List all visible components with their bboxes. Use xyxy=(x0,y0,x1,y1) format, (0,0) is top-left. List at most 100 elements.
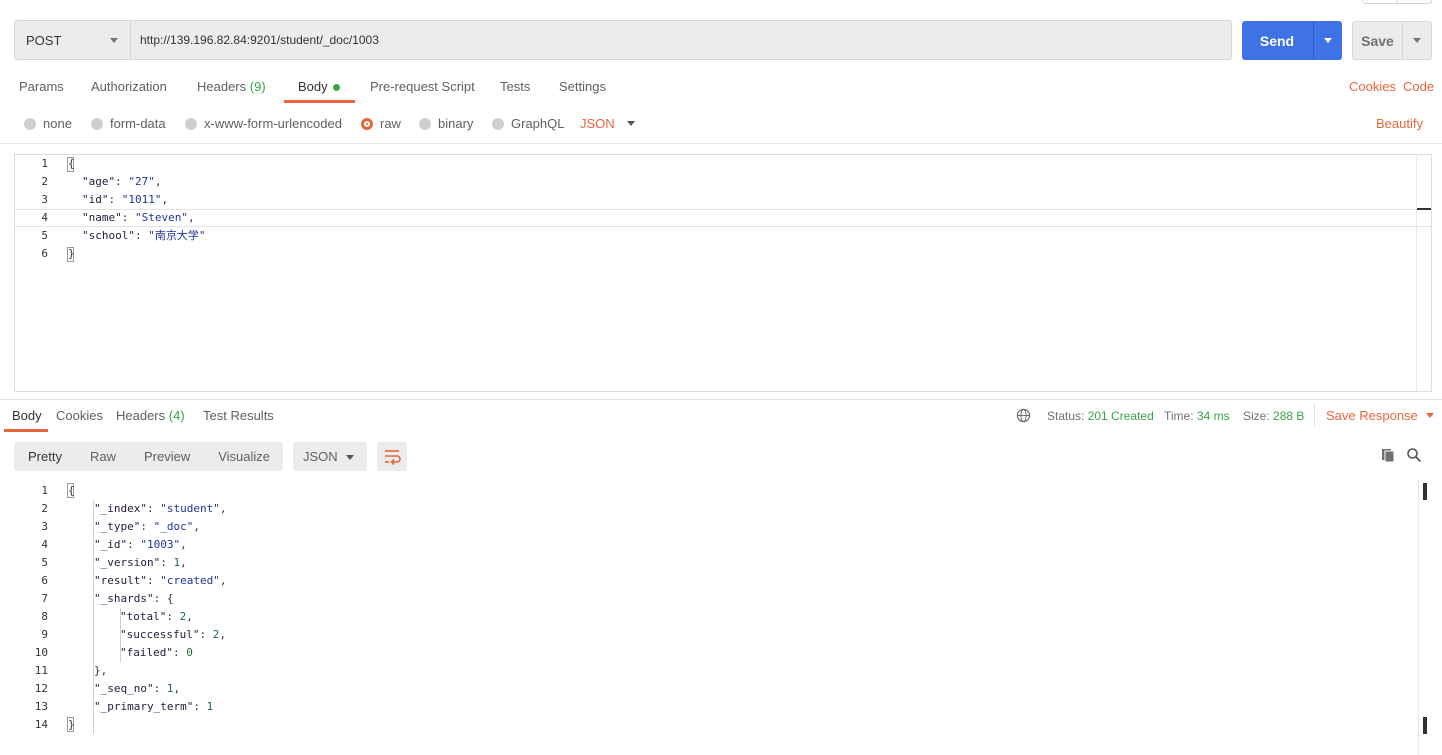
code-line: "_primary_term": 1 xyxy=(94,700,214,713)
line-number: 10 xyxy=(34,646,48,659)
line-number: 9 xyxy=(41,628,48,641)
radio-raw-label: raw xyxy=(380,116,401,131)
url-input[interactable]: http://139.196.82.84:9201/student/_doc/1… xyxy=(130,20,1232,60)
line-number: 5 xyxy=(41,229,48,242)
copy-icon[interactable] xyxy=(1380,447,1396,463)
cookies-link[interactable]: Cookies xyxy=(1349,79,1396,94)
time-value: 34 ms xyxy=(1196,409,1230,423)
method-label: POST xyxy=(26,32,62,48)
tab-headers[interactable]: Headers (9) xyxy=(197,79,266,94)
code-line: "age": "27", xyxy=(82,175,162,188)
code-line: "_version": 1, xyxy=(94,556,187,569)
radio-raw[interactable]: raw xyxy=(361,116,401,131)
chevron-down-icon xyxy=(1324,38,1332,43)
radio-none-label: none xyxy=(43,116,72,131)
radio-form-data[interactable]: form-data xyxy=(91,116,166,131)
save-response-label: Save Response xyxy=(1326,408,1418,423)
request-body-editor[interactable] xyxy=(14,154,1432,392)
chevron-down-icon xyxy=(1413,38,1421,43)
divider xyxy=(0,399,1442,400)
code-line: }, xyxy=(94,664,108,677)
response-tab-cookies[interactable]: Cookies xyxy=(56,408,103,423)
top-toggle-stub[interactable] xyxy=(1362,0,1432,4)
send-button[interactable]: Send xyxy=(1242,21,1342,60)
method-select[interactable]: POST xyxy=(14,20,130,60)
view-pretty-button[interactable]: Pretty xyxy=(14,442,76,471)
send-label: Send xyxy=(1259,32,1295,49)
code-line: "successful": 2, xyxy=(120,628,226,641)
divider xyxy=(0,143,1442,144)
tab-body[interactable]: Body xyxy=(298,79,328,94)
tab-tests[interactable]: Tests xyxy=(500,79,530,94)
body-format-select[interactable]: JSON xyxy=(580,116,635,131)
send-options-button[interactable] xyxy=(1314,21,1342,60)
response-tab-headers-count: (4) xyxy=(168,408,185,423)
chevron-down-icon xyxy=(1425,413,1434,418)
status-label: Status: xyxy=(1047,409,1085,423)
url-value: http://139.196.82.84:9201/student/_doc/1… xyxy=(140,33,379,47)
view-preview-button[interactable]: Preview xyxy=(130,442,204,471)
code-line: "_index": "student", xyxy=(94,502,227,515)
divider xyxy=(1314,404,1315,426)
line-number: 4 xyxy=(41,538,48,551)
code-line: } xyxy=(68,718,75,731)
line-number: 12 xyxy=(34,682,48,695)
tab-prerequest-script[interactable]: Pre-request Script xyxy=(370,79,475,94)
view-raw-button[interactable]: Raw xyxy=(76,442,130,471)
code-line: "_type": "_doc", xyxy=(94,520,200,533)
line-number: 14 xyxy=(34,718,48,731)
code-line: "id": "1011", xyxy=(82,193,169,206)
request-editor-scrollbar[interactable] xyxy=(1416,155,1432,391)
line-number: 5 xyxy=(41,556,48,569)
wrap-lines-button[interactable] xyxy=(377,442,407,471)
radio-graphql-label: GraphQL xyxy=(511,116,565,131)
radio-graphql[interactable]: GraphQL xyxy=(492,116,564,131)
size-label: Size: xyxy=(1243,409,1270,423)
response-tab-body[interactable]: Body xyxy=(12,408,42,423)
response-tab-test-results[interactable]: Test Results xyxy=(203,408,274,423)
save-button[interactable]: Save xyxy=(1352,21,1432,60)
code-line: "total": 2, xyxy=(120,610,193,623)
active-line-highlight xyxy=(15,209,1431,227)
body-indicator-dot xyxy=(333,84,340,91)
globe-icon[interactable] xyxy=(1016,408,1031,423)
wrap-lines-icon xyxy=(385,450,401,466)
radio-binary[interactable]: binary xyxy=(419,116,473,131)
chevron-down-icon xyxy=(110,38,118,43)
status-value: 201 Created xyxy=(1087,409,1154,423)
time-label: Time: xyxy=(1164,409,1194,423)
save-response-button[interactable]: Save Response xyxy=(1326,408,1434,423)
radio-urlencoded[interactable]: x-www-form-urlencoded xyxy=(185,116,342,131)
code-link[interactable]: Code xyxy=(1403,79,1434,94)
response-tab-headers[interactable]: Headers (4) xyxy=(116,408,185,423)
view-visualize-button[interactable]: Visualize xyxy=(204,442,284,471)
chevron-down-icon xyxy=(626,121,635,126)
tab-settings[interactable]: Settings xyxy=(559,79,606,94)
line-number: 6 xyxy=(41,574,48,587)
line-number: 6 xyxy=(41,247,48,260)
response-size: Size: 288 B xyxy=(1243,409,1304,423)
code-line: "_seq_no": 1, xyxy=(94,682,181,695)
line-number: 8 xyxy=(41,610,48,623)
response-view-toggle: Pretty Raw Preview Visualize xyxy=(14,442,283,471)
tab-authorization[interactable]: Authorization xyxy=(91,79,167,94)
response-tab-headers-label: Headers xyxy=(116,408,166,423)
code-line: { xyxy=(68,484,75,497)
line-number: 1 xyxy=(41,157,48,170)
search-icon[interactable] xyxy=(1406,447,1422,463)
radio-none[interactable]: none xyxy=(24,116,72,131)
response-format-select[interactable]: JSON xyxy=(293,442,367,471)
beautify-link[interactable]: Beautify xyxy=(1376,116,1423,131)
response-editor-scrollbar[interactable] xyxy=(1418,480,1432,755)
line-number: 3 xyxy=(41,520,48,533)
scrollbar-marker xyxy=(1423,483,1427,500)
code-line: "name": "Steven", xyxy=(82,211,195,224)
response-time: Time: 34 ms xyxy=(1164,409,1230,423)
line-number: 13 xyxy=(34,700,48,713)
tab-params[interactable]: Params xyxy=(19,79,64,94)
active-tab-indicator xyxy=(284,100,355,103)
size-value: 288 B xyxy=(1273,409,1305,423)
line-number: 2 xyxy=(41,502,48,515)
radio-urlencoded-label: x-www-form-urlencoded xyxy=(204,116,342,131)
line-number: 7 xyxy=(41,592,48,605)
